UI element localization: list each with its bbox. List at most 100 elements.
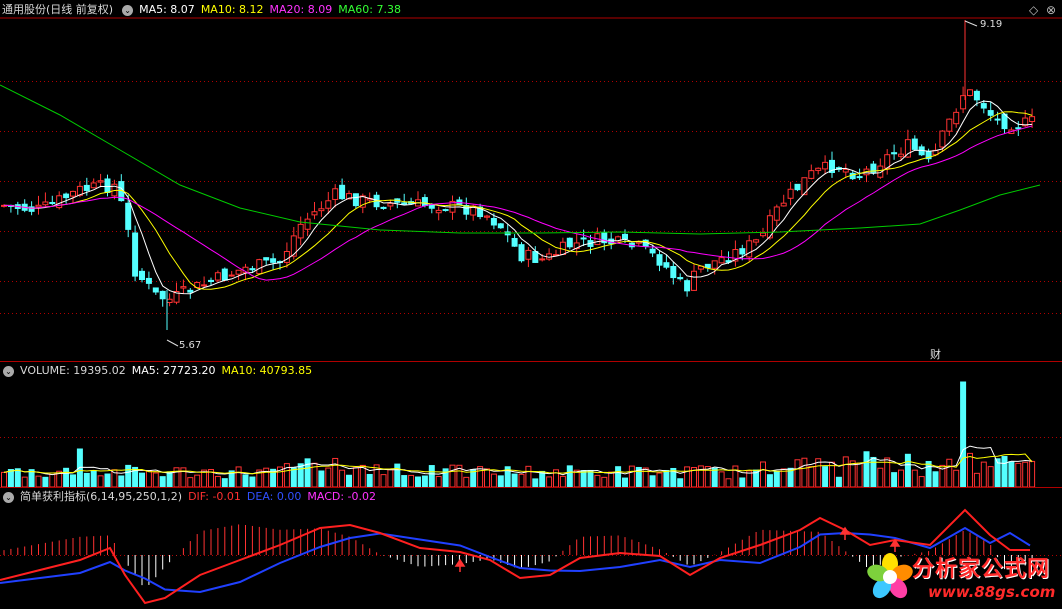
volume-bar [484,468,490,488]
volume-bar [1,471,7,488]
volume-bar [83,472,90,488]
candlestick [898,153,904,157]
restore-window-icon[interactable]: ◇ [1029,3,1038,17]
volume-bar [953,469,960,488]
candlestick [911,138,918,150]
candlestick [132,232,139,277]
volume-bar [221,478,228,488]
buy-signal-arrow [454,558,466,572]
candlestick [42,201,49,206]
volume-bar [960,381,967,488]
candlestick [332,188,339,200]
close-window-icon[interactable]: ⊗ [1046,3,1056,17]
low-price-label: 5.67 [179,340,202,351]
volume-bar [511,473,518,488]
volume-bar [987,466,994,488]
finance-event-marker[interactable]: 财 [930,346,941,362]
candlestick [463,204,470,215]
collapse-circle-icon[interactable]: ⌄ [3,491,14,503]
candlestick [421,197,428,207]
candlestick [484,215,490,218]
volume-bar [125,464,132,488]
candlestick [297,223,304,239]
volume-bar [842,456,849,488]
volume-bar [166,471,173,488]
volume-bar [118,475,125,488]
volume-bar [366,473,373,488]
ma5-line [3,100,1033,295]
watermark-name: 分析家公式网 [912,557,1051,582]
volume-bar [608,471,615,488]
candlestick [214,272,221,281]
volume-bar [677,478,684,488]
volume-bar [490,473,497,488]
candlestick [428,204,435,209]
candlestick [325,200,332,209]
collapse-circle-icon[interactable]: ⌄ [122,4,134,16]
chart-window: 通用股份(日线 前复权) ⌄ MA5: 8.07 MA10: 8.12 MA20: 8.… [0,0,1062,609]
collapse-circle-icon[interactable]: ⌄ [3,365,14,377]
volume-bar [28,469,35,488]
candlestick [904,139,911,158]
main-pane-header: 通用股份(日线 前复权) ⌄ MA5: 8.07 MA10: 8.12 MA20: 8.… [0,1,407,19]
volume-bar [594,474,601,488]
candlestick [435,209,442,214]
candlestick [815,167,822,171]
volume-bar [35,475,42,488]
candlestick [442,209,449,212]
candlestick [842,168,849,173]
candlestick [525,249,532,260]
volume-bar [304,458,311,488]
volume-bar [297,463,304,488]
volume-bar [1022,461,1029,488]
candlestick [739,248,746,255]
volume-bar [518,473,525,488]
volume-bar [70,474,76,488]
volume-bar [898,469,904,488]
candlestick [352,193,359,207]
candlestick [684,280,691,292]
candlestick [49,201,56,204]
candlestick [187,289,194,293]
volume-bar [601,476,608,488]
candlestick [228,274,235,277]
volume-bar [766,474,773,488]
volume-bar [477,466,484,488]
candlestick [711,260,718,269]
macd-value: MACD: -0.02 [307,490,377,503]
volume-bar [891,472,898,488]
volume-bar [152,472,159,488]
volume-ma10-value: MA10: 40793.85 [221,364,313,377]
volume-bar [918,476,925,488]
candlestick [83,184,90,191]
candlestick [822,161,829,170]
volume-bar [187,477,194,488]
chart-canvas[interactable] [0,0,1062,609]
candlestick [387,203,394,207]
watermark-url: www.88gs.com [928,583,1056,601]
dea-value: DEA: 0.00 [246,490,302,503]
candlestick [518,244,525,262]
candlestick [967,89,973,96]
volume-bar [497,475,504,488]
candlestick [70,190,76,197]
candlestick [339,184,346,200]
candlestick [939,130,946,148]
volume-bar [622,477,628,488]
candlestick [235,269,242,275]
volume-bar [97,475,104,488]
volume-bar [656,472,663,488]
volume-bar [159,476,166,488]
volume-bar [90,470,97,488]
candlestick [263,257,270,261]
ma20-line [3,125,1033,281]
candlestick [670,266,677,279]
volume-bar [249,476,256,488]
candlestick [980,103,987,109]
candlestick [622,233,628,240]
candlestick [304,218,311,230]
volume-bar [718,471,725,488]
volume-value: VOLUME: 19395.02 [20,364,126,377]
volume-bar [663,469,670,488]
stock-title: 通用股份(日线 前复权) [2,3,114,16]
